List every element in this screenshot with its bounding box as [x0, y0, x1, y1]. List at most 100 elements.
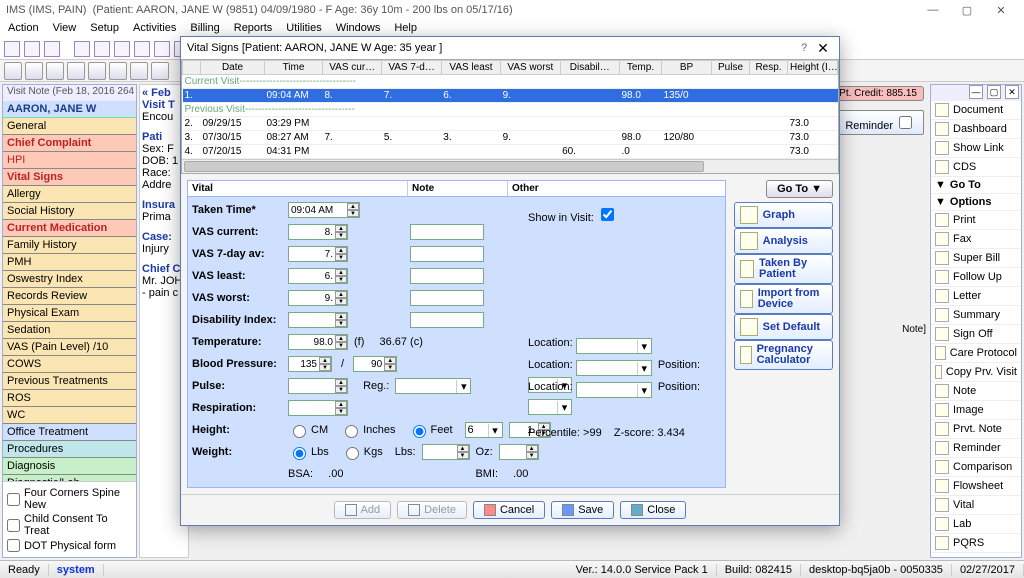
- nav-hpi[interactable]: HPI: [3, 152, 136, 169]
- option-flowsheet[interactable]: Flowsheet: [931, 477, 1021, 496]
- vas-current-input[interactable]: [289, 226, 335, 239]
- toolbar-icon[interactable]: [130, 62, 148, 80]
- nav-pmh[interactable]: PMH: [3, 254, 136, 271]
- menu-reports[interactable]: Reports: [234, 22, 273, 36]
- menu-billing[interactable]: Billing: [190, 22, 219, 36]
- option-prvt-note[interactable]: Prvt. Note: [931, 420, 1021, 439]
- nav-procedures[interactable]: Procedures: [3, 441, 136, 458]
- note-field[interactable]: [410, 312, 484, 328]
- toolbar-icon[interactable]: [24, 41, 40, 57]
- note-field[interactable]: [410, 224, 484, 240]
- grid-header[interactable]: Height (I…: [788, 61, 838, 75]
- vas-worst-input[interactable]: [289, 292, 335, 305]
- toolbar-icon[interactable]: [114, 41, 130, 57]
- nav-allergy[interactable]: Allergy: [3, 186, 136, 203]
- nav-vas-pain-level-10[interactable]: VAS (Pain Level) /10: [3, 339, 136, 356]
- nav-cows[interactable]: COWS: [3, 356, 136, 373]
- option-comparison[interactable]: Comparison: [931, 458, 1021, 477]
- window-maximize[interactable]: ▢: [950, 4, 984, 17]
- form-check[interactable]: Four Corners Spine New: [7, 486, 132, 512]
- toolbar-icon[interactable]: [134, 41, 150, 57]
- panel-max-icon[interactable]: ▢: [987, 85, 1001, 99]
- grid-header[interactable]: VAS 7-d…: [382, 61, 441, 75]
- nav-office-treatment[interactable]: Office Treatment: [3, 424, 136, 441]
- grid-header[interactable]: Time: [265, 61, 323, 75]
- temp-location-select[interactable]: ▾: [576, 338, 652, 354]
- option-lab[interactable]: Lab: [931, 515, 1021, 534]
- toolbar-icon[interactable]: [46, 62, 64, 80]
- nav-physical-exam[interactable]: Physical Exam: [3, 305, 136, 322]
- option-show-link[interactable]: Show Link: [931, 139, 1021, 158]
- nav-general[interactable]: General: [3, 118, 136, 135]
- panel-close-icon[interactable]: ✕: [1005, 85, 1019, 99]
- grid-header[interactable]: VAS worst: [501, 61, 560, 75]
- grid-header[interactable]: [183, 61, 201, 75]
- toolbar-icon[interactable]: [74, 41, 90, 57]
- bp-systolic-input[interactable]: [289, 358, 319, 371]
- taken-time-input[interactable]: [289, 204, 347, 217]
- option-fax[interactable]: Fax: [931, 230, 1021, 249]
- menu-setup[interactable]: Setup: [90, 22, 119, 36]
- pulse-location-select[interactable]: ▾: [576, 382, 652, 398]
- nav-previous-treatments[interactable]: Previous Treatments: [3, 373, 136, 390]
- toolbar-icon[interactable]: [151, 62, 169, 80]
- menu-help[interactable]: Help: [394, 22, 417, 36]
- pulse-input[interactable]: [289, 380, 335, 393]
- option-pqrs[interactable]: PQRS: [931, 534, 1021, 553]
- save-button[interactable]: Save: [551, 501, 614, 519]
- weight-kgs-radio[interactable]: Kgs: [341, 444, 383, 460]
- option-go-to[interactable]: ▼Go To: [931, 177, 1021, 194]
- option-reminder[interactable]: Reminder: [931, 439, 1021, 458]
- grid-row[interactable]: 2.09/29/1503:29 PM73.0: [183, 117, 838, 131]
- menu-windows[interactable]: Windows: [336, 22, 381, 36]
- nav-oswestry-index[interactable]: Oswestry Index: [3, 271, 136, 288]
- option-image[interactable]: Image: [931, 401, 1021, 420]
- grid-row[interactable]: 1.09:04 AM8.7.6.9.98.0135/0: [183, 89, 838, 103]
- grid-header[interactable]: Date: [201, 61, 265, 75]
- option-super-bill[interactable]: Super Bill: [931, 249, 1021, 268]
- toolbar-icon[interactable]: [88, 62, 106, 80]
- pulse-position-select[interactable]: ▾: [528, 399, 572, 415]
- nav-current-medication[interactable]: Current Medication: [3, 220, 136, 237]
- pulse-reg-select[interactable]: ▾: [395, 378, 471, 394]
- side-import-from-device-button[interactable]: Import from Device: [734, 284, 833, 314]
- side-analysis-button[interactable]: Analysis: [734, 228, 833, 254]
- grid-header[interactable]: BP: [662, 61, 712, 75]
- toolbar-icon[interactable]: [4, 62, 22, 80]
- window-minimize[interactable]: —: [916, 4, 950, 16]
- side-set-default-button[interactable]: Set Default: [734, 314, 833, 340]
- toolbar-icon[interactable]: [109, 62, 127, 80]
- height-feet-radio[interactable]: Feet: [408, 422, 453, 438]
- grid-header[interactable]: Pulse: [712, 61, 750, 75]
- grid-header[interactable]: Resp.: [750, 61, 788, 75]
- option-follow-up[interactable]: Follow Up: [931, 268, 1021, 287]
- height-cm-radio[interactable]: CM: [288, 422, 328, 438]
- add-button[interactable]: Add: [334, 501, 392, 519]
- horizontal-scrollbar[interactable]: [184, 161, 704, 172]
- option-summary[interactable]: Summary: [931, 306, 1021, 325]
- height-feet-select[interactable]: 6▾: [465, 422, 503, 438]
- option-copy-prv-visit[interactable]: Copy Prv. Visit: [931, 363, 1021, 382]
- cancel-button[interactable]: Cancel: [473, 501, 545, 519]
- nav-social-history[interactable]: Social History: [3, 203, 136, 220]
- grid-header[interactable]: VAS cur…: [323, 61, 382, 75]
- option-cds[interactable]: CDS: [931, 158, 1021, 177]
- grid-header[interactable]: Temp.: [620, 61, 662, 75]
- option-note[interactable]: Note: [931, 382, 1021, 401]
- grid-row[interactable]: 3.07/30/1508:27 AM7.5.3.9.98.0120/8073.0: [183, 131, 838, 145]
- option-sign-off[interactable]: Sign Off: [931, 325, 1021, 344]
- weight-oz-input[interactable]: [500, 446, 526, 459]
- toolbar-icon[interactable]: [4, 41, 20, 57]
- note-field[interactable]: [410, 246, 484, 262]
- option-print[interactable]: Print: [931, 211, 1021, 230]
- option-care-protocol[interactable]: Care Protocol: [931, 344, 1021, 363]
- toolbar-icon[interactable]: [67, 62, 85, 80]
- option-dashboard[interactable]: Dashboard: [931, 120, 1021, 139]
- bp-location-select[interactable]: ▾: [576, 360, 652, 376]
- nav-family-history[interactable]: Family History: [3, 237, 136, 254]
- vas-least-input[interactable]: [289, 270, 335, 283]
- delete-button[interactable]: Delete: [397, 501, 467, 519]
- nav-diagnosis[interactable]: Diagnosis: [3, 458, 136, 475]
- option-options[interactable]: ▼Options: [931, 194, 1021, 211]
- option-document[interactable]: Document: [931, 101, 1021, 120]
